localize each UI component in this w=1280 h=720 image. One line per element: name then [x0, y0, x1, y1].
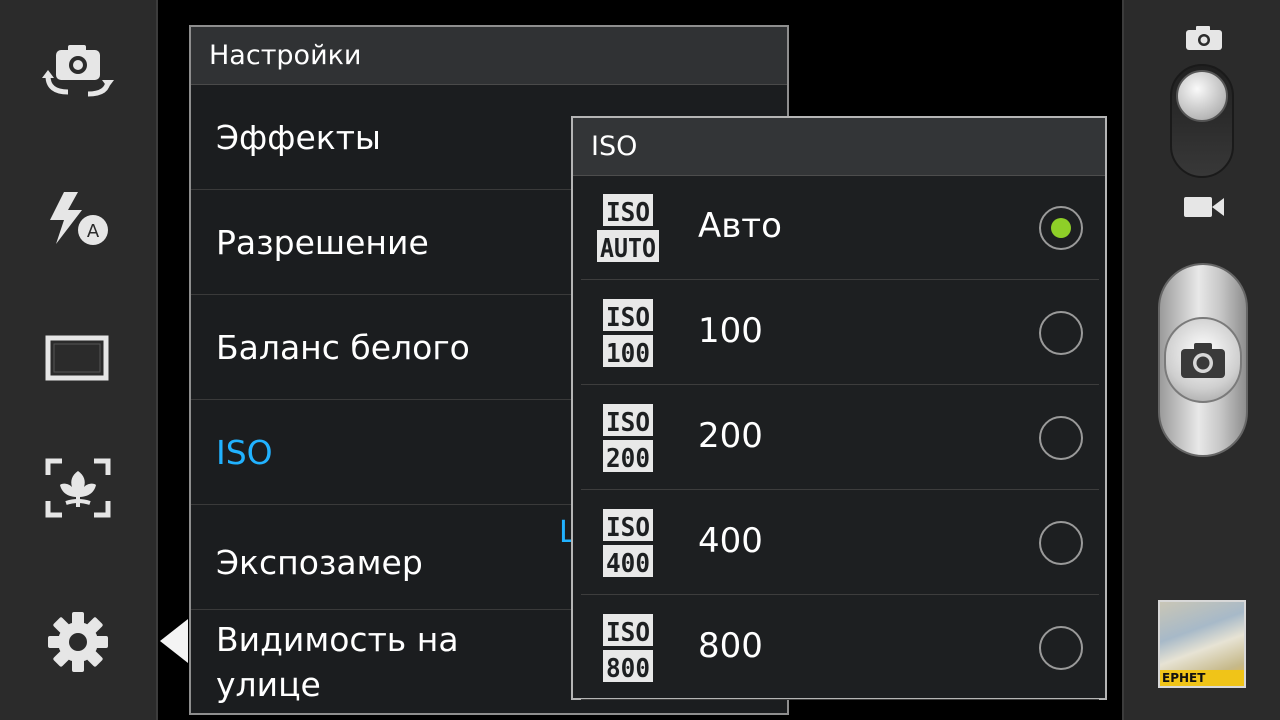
settings-item-label: Экспозамер: [216, 542, 423, 582]
iso-option-radio[interactable]: [1039, 626, 1083, 670]
focus-mode-icon: [45, 458, 111, 518]
iso-option-label: 800: [698, 626, 763, 666]
settings-item-label: Разрешение: [216, 222, 429, 262]
iso-badge-bottom: 200: [606, 444, 650, 472]
camera-mode-switch[interactable]: [1170, 64, 1234, 178]
settings-item-label: Видимость на улице: [216, 620, 459, 704]
mode-switch-knob[interactable]: [1176, 70, 1228, 122]
iso-option-label: 100: [698, 311, 763, 351]
iso-badge-icon: ISO 100: [603, 299, 653, 367]
iso-badge-top: ISO: [606, 198, 650, 228]
photo-mode-icon: [1186, 26, 1222, 50]
iso-option-radio[interactable]: [1039, 521, 1083, 565]
screen-ratio-button[interactable]: [0, 306, 156, 410]
settings-item-label: ISO: [216, 432, 273, 472]
camera-icon: [1181, 343, 1225, 378]
iso-option-label: Авто: [698, 206, 782, 246]
iso-option[interactable]: ISO AUTO Авто: [581, 176, 1099, 280]
iso-option[interactable]: ISO 800 800: [581, 596, 1099, 700]
iso-option[interactable]: ISO 200 200: [581, 386, 1099, 490]
iso-option-radio[interactable]: [1039, 311, 1083, 355]
settings-button[interactable]: [0, 590, 156, 694]
iso-badge-icon: ISO 800: [603, 614, 653, 682]
left-toolbar: A: [0, 0, 158, 720]
settings-gear-icon: [48, 612, 108, 672]
right-toolbar: ЕРНЕТ: [1122, 0, 1280, 720]
flash-auto-icon: A: [50, 192, 108, 245]
iso-badge-top: ISO: [606, 618, 650, 648]
iso-option-label: 400: [698, 521, 763, 561]
iso-option-label: 200: [698, 416, 763, 456]
switch-camera-button[interactable]: [0, 18, 156, 122]
iso-badge-top: ISO: [606, 303, 650, 333]
settings-pointer: [160, 619, 188, 663]
iso-badge-icon: ISO AUTO: [597, 194, 659, 262]
settings-item-label: Эффекты: [216, 117, 381, 157]
iso-badge-bottom: 100: [606, 339, 650, 367]
iso-option-radio[interactable]: [1039, 416, 1083, 460]
shutter-button[interactable]: [1158, 263, 1248, 457]
screen-ratio-icon: [45, 335, 109, 381]
settings-title: Настройки: [191, 27, 787, 85]
iso-badge-bottom: 800: [606, 654, 650, 682]
iso-badge-bottom: AUTO: [600, 234, 656, 262]
flash-mode-button[interactable]: A: [0, 166, 156, 270]
switch-camera-icon: [42, 45, 114, 97]
iso-option[interactable]: ISO 100 100: [581, 281, 1099, 385]
focus-mode-button[interactable]: [0, 436, 156, 540]
thumbnail-caption: ЕРНЕТ: [1160, 670, 1244, 686]
video-mode-icon: [1184, 197, 1224, 217]
iso-option[interactable]: ISO 400 400: [581, 491, 1099, 595]
iso-badge-icon: ISO 400: [603, 509, 653, 577]
shutter-button-center[interactable]: [1164, 317, 1242, 403]
iso-popup: ISO ISO AUTO Авто ISO 100 100 ISO 200 200 ISO 400 4…: [571, 116, 1107, 700]
svg-text:A: A: [87, 221, 100, 242]
iso-badge-top: ISO: [606, 513, 650, 543]
iso-badge-icon: ISO 200: [603, 404, 653, 472]
gallery-thumbnail[interactable]: ЕРНЕТ: [1158, 600, 1246, 688]
iso-option-radio[interactable]: [1039, 206, 1083, 250]
settings-item-label: Баланс белого: [216, 327, 470, 367]
iso-popup-title: ISO: [573, 118, 1105, 176]
iso-badge-bottom: 400: [606, 549, 650, 577]
iso-badge-top: ISO: [606, 408, 650, 438]
